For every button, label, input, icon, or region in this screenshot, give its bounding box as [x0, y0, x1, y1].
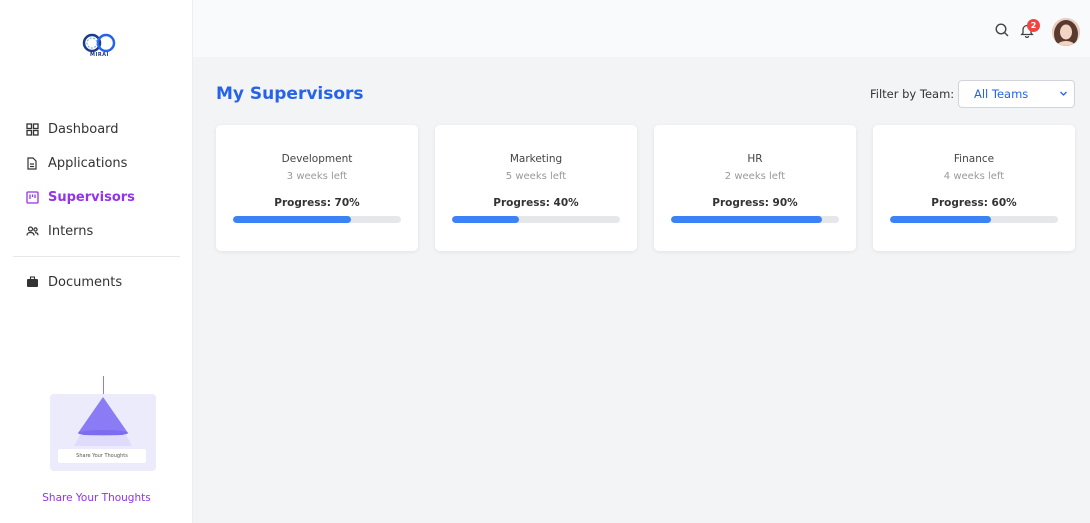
progress-bar-fill — [233, 216, 351, 223]
avatar[interactable] — [1052, 18, 1080, 46]
progress-bar — [233, 216, 401, 223]
sidebar-item-label: Supervisors — [48, 189, 135, 205]
card-progress-label: Progress: 90% — [712, 197, 798, 209]
sidebar-item-dashboard[interactable]: Dashboard — [0, 112, 193, 146]
progress-bar-fill — [452, 216, 520, 223]
card-time-left: 3 weeks left — [286, 171, 348, 182]
users-icon — [25, 224, 39, 238]
sidebar-item-documents[interactable]: Documents — [0, 265, 193, 299]
sidebar-item-label: Documents — [48, 274, 123, 290]
team-filter-select[interactable]: All Teams — [958, 80, 1075, 108]
card-progress-label: Progress: 60% — [931, 197, 1017, 209]
progress-bar — [452, 216, 620, 223]
share-thoughts-button[interactable]: Share Your Thoughts — [58, 449, 146, 463]
card-progress-label: Progress: 70% — [274, 197, 360, 209]
progress-bar — [890, 216, 1058, 223]
team-filter-value: All Teams — [974, 87, 1029, 101]
card-team-name: HR — [747, 153, 763, 165]
chevron-down-icon — [1059, 81, 1068, 118]
page-title: My Supervisors — [216, 84, 364, 104]
sidebar: MIRAI Dashboard Applications Supervisors… — [0, 0, 193, 523]
card-time-left: 2 weeks left — [724, 171, 786, 182]
briefcase-icon — [25, 275, 39, 289]
search-icon[interactable] — [994, 22, 1010, 38]
filter-label: Filter by Team: — [870, 87, 955, 101]
sidebar-item-label: Interns — [48, 223, 94, 239]
sidebar-item-label: Dashboard — [48, 121, 119, 137]
progress-bar-fill — [671, 216, 823, 223]
progress-bar — [671, 216, 839, 223]
file-icon — [25, 156, 39, 170]
card-progress-label: Progress: 40% — [493, 197, 579, 209]
share-thoughts-link[interactable]: Share Your Thoughts — [0, 492, 193, 504]
grid-icon — [25, 122, 39, 136]
notification-badge: 2 — [1027, 19, 1040, 32]
sidebar-item-interns[interactable]: Interns — [0, 214, 193, 248]
top-bar — [193, 0, 1090, 57]
supervisor-card-finance[interactable]: Finance 4 weeks left Progress: 60% — [873, 125, 1075, 251]
nav-divider — [13, 256, 180, 257]
sidebar-item-applications[interactable]: Applications — [0, 146, 193, 180]
supervisor-card-hr[interactable]: HR 2 weeks left Progress: 90% — [654, 125, 856, 251]
sidebar-item-label: Applications — [48, 155, 128, 171]
board-icon — [25, 190, 39, 204]
card-team-name: Finance — [953, 153, 995, 165]
logo-text: MIRAI — [90, 52, 109, 58]
card-team-name: Marketing — [509, 153, 563, 165]
sidebar-nav: Dashboard Applications Supervisors Inter… — [0, 112, 193, 299]
supervisor-card-development[interactable]: Development 3 weeks left Progress: 70% — [216, 125, 418, 251]
card-time-left: 4 weeks left — [943, 171, 1005, 182]
sidebar-item-supervisors[interactable]: Supervisors — [0, 180, 193, 214]
card-team-name: Development — [281, 153, 353, 165]
card-time-left: 5 weeks left — [505, 171, 567, 182]
progress-bar-fill — [890, 216, 991, 223]
supervisor-card-marketing[interactable]: Marketing 5 weeks left Progress: 40% — [435, 125, 637, 251]
